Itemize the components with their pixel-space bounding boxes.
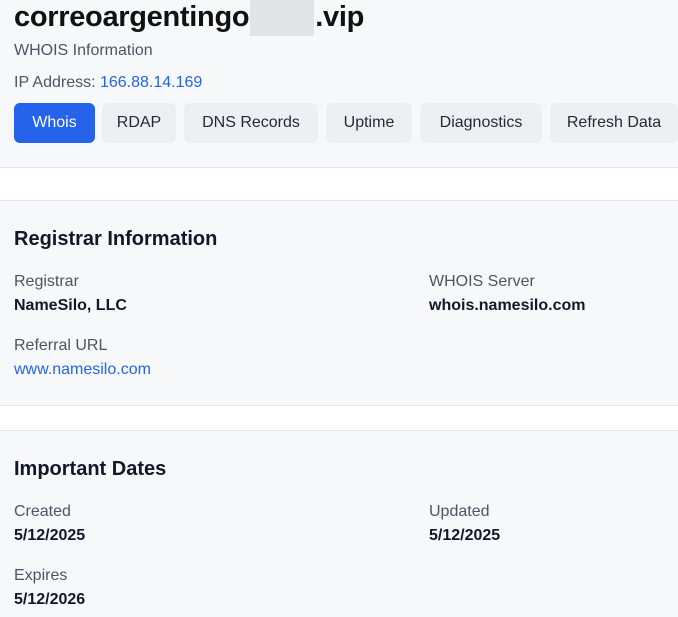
whois-server-value: whois.namesilo.com xyxy=(429,297,586,314)
tab-bar: Whois RDAP DNS Records Uptime Diagnostic… xyxy=(14,103,678,143)
registrar-information-section: Registrar Information Registrar NameSilo… xyxy=(0,201,678,405)
updated-value: 5/12/2025 xyxy=(429,527,501,544)
referral-url-link[interactable]: www.namesilo.com xyxy=(14,361,151,379)
whois-server-label: WHOIS Server xyxy=(429,273,535,290)
spacer-band xyxy=(0,405,678,430)
ip-address-line: IP Address: 166.88.14.169 xyxy=(14,74,202,92)
domain-title-prefix: correoargentingo xyxy=(14,1,250,33)
page-header: correoargentingo .vip WHOIS Information I… xyxy=(0,0,678,168)
tab-rdap[interactable]: RDAP xyxy=(102,103,176,143)
created-value: 5/12/2025 xyxy=(14,527,86,544)
divider xyxy=(0,405,678,406)
domain-title-suffix: .vip xyxy=(315,1,365,33)
section-title-registrar: Registrar Information xyxy=(14,228,218,250)
expires-label: Expires xyxy=(14,567,68,584)
tab-diagnostics[interactable]: Diagnostics xyxy=(420,103,542,143)
tab-whois[interactable]: Whois xyxy=(14,103,95,143)
registrar-value: NameSilo, LLC xyxy=(14,297,127,314)
expires-value: 5/12/2026 xyxy=(14,591,86,608)
page-subtitle: WHOIS Information xyxy=(14,42,153,59)
spacer-band xyxy=(0,168,678,200)
ip-address-link[interactable]: 166.88.14.169 xyxy=(100,74,202,91)
created-label: Created xyxy=(14,503,71,520)
refresh-data-button[interactable]: Refresh Data xyxy=(550,103,678,143)
registrar-label: Registrar xyxy=(14,273,79,290)
whois-page: correoargentingo .vip WHOIS Information I… xyxy=(0,0,678,617)
important-dates-section: Important Dates Created 5/12/2025 Update… xyxy=(0,431,678,617)
redacted-blur xyxy=(250,0,315,36)
section-title-dates: Important Dates xyxy=(14,458,167,480)
ip-address-label: IP Address: xyxy=(14,74,96,91)
updated-label: Updated xyxy=(429,503,490,520)
tab-uptime[interactable]: Uptime xyxy=(326,103,412,143)
domain-title: correoargentingo .vip xyxy=(14,0,364,36)
referral-url-label: Referral URL xyxy=(14,337,108,354)
tab-dns-records[interactable]: DNS Records xyxy=(184,103,318,143)
